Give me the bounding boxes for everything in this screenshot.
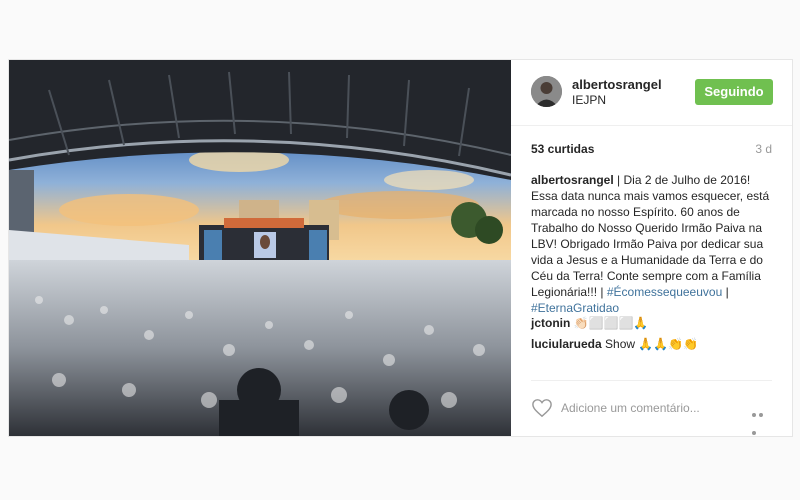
caption-mid: | — [722, 285, 729, 299]
hashtag-link[interactable]: #EternaGratidao — [531, 301, 619, 315]
post-location[interactable]: IEJPN — [572, 93, 606, 107]
post-sidebar: albertosrangel IEJPN Seguindo 53 curtida… — [511, 60, 792, 436]
heart-icon[interactable] — [531, 398, 553, 418]
divider — [531, 380, 772, 381]
avatar[interactable] — [531, 76, 562, 107]
likes-count[interactable]: 53 curtidas — [531, 142, 594, 156]
comment-text: 👏🏻⬜⬜⬜🙏 — [570, 316, 649, 330]
avatar-image — [531, 76, 562, 107]
caption-username[interactable]: albertosrangel — [531, 173, 614, 187]
comment-item: luciularueda Show 🙏🙏👏👏 — [531, 336, 777, 352]
post-username-link[interactable]: albertosrangel — [572, 77, 662, 92]
following-button[interactable]: Seguindo — [695, 79, 773, 105]
comment-username[interactable]: jctonin — [531, 316, 570, 330]
comment-text: Show 🙏🙏👏👏 — [601, 337, 699, 351]
caption-text: Dia 2 de Julho de 2016! Essa data nunca … — [531, 173, 770, 299]
hashtag-link[interactable]: #Écomessequeeuvou — [607, 285, 722, 299]
dot-icon — [752, 431, 756, 435]
post-header: albertosrangel IEJPN Seguindo — [511, 60, 792, 126]
comment-username[interactable]: luciularueda — [531, 337, 602, 351]
comment-input[interactable] — [561, 399, 731, 417]
post-photo[interactable] — [9, 60, 511, 436]
dot-icon — [759, 413, 763, 417]
post-card: albertosrangel IEJPN Seguindo 53 curtida… — [8, 59, 793, 437]
post-caption: albertosrangel | Dia 2 de Julho de 2016!… — [531, 172, 777, 316]
caption-separator: | — [613, 173, 624, 187]
dot-icon — [752, 413, 756, 417]
concert-photo-illustration — [9, 60, 511, 436]
more-options-icon[interactable] — [752, 404, 772, 435]
post-time[interactable]: 3 d — [755, 142, 772, 156]
comment-item: jctonin 👏🏻⬜⬜⬜🙏 — [531, 315, 777, 331]
